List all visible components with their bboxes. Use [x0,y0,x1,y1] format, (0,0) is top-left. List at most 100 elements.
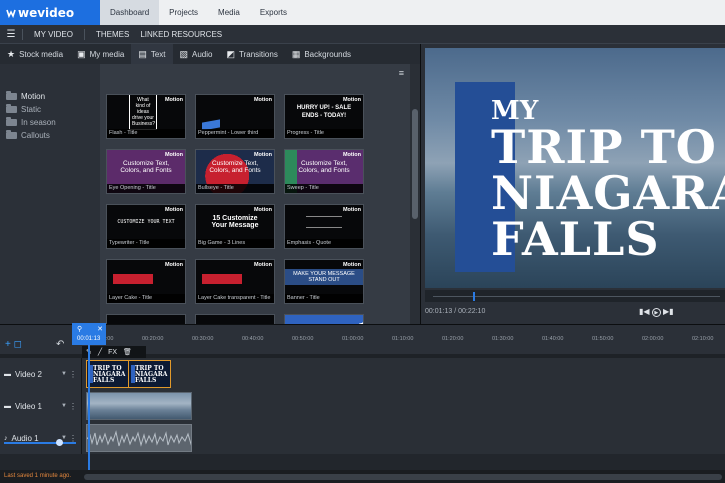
volume-slider-handle[interactable] [56,439,63,446]
thumb-partial[interactable] [106,314,186,324]
tab-text[interactable]: ▤ Text [131,44,173,64]
thumb-sweep[interactable]: Customize Text, Colors, and Fonts Motion… [284,149,364,194]
undo-icon[interactable]: ↶ [56,339,64,350]
ruler-tick: 00:30:00 [192,336,214,342]
track-video-1: ▬ Video 1 ▼ ⋮ [0,390,725,422]
thumb-caption: Bullseye - Title [196,184,274,193]
status-bar: Last saved 1 minute ago. [0,470,725,483]
thumb-flash[interactable]: What kind of ideas drive your Business? … [106,94,186,139]
timeline-ruler[interactable]: 00:10:00 00:20:00 00:30:00 00:40:00 00:5… [82,324,725,346]
pin-icon: ⚲ [77,326,83,333]
tab-my-media[interactable]: ▣ My media [70,44,131,64]
thumb-badge: Motion [342,207,361,213]
transitions-icon: ◩ [226,48,235,59]
wevideo-logo[interactable]: wevideo [0,0,100,25]
fx-button[interactable]: FX [108,349,117,356]
ruler-tick: 01:00:00 [342,336,364,342]
thumb-big-game[interactable]: 15 Customize Your Message Motion Big Gam… [195,204,275,249]
preview-scrubber[interactable] [425,290,725,302]
preview-canvas[interactable]: MY TRIP TO NIAGARA FALLS [425,48,725,288]
ruler-tick: 02:00:00 [642,336,664,342]
close-icon[interactable]: ✕ [97,325,103,333]
track-lane[interactable] [82,390,725,422]
chevron-down-icon[interactable]: ▼ [61,371,67,377]
top-nav: wevideo Dashboard Projects Media Exports [0,0,725,25]
scrub-handle[interactable] [473,292,475,301]
folder-icon [6,117,17,126]
grid-scrollbar-thumb[interactable] [412,109,418,219]
thumb-emphasis[interactable]: Motion Emphasis - Quote [284,204,364,249]
thumb-caption: Emphasis - Quote [285,239,363,248]
chevron-down-icon[interactable]: ▼ [61,403,67,409]
thumb-badge: Motion [164,152,183,158]
tab-transitions[interactable]: ◩ Transitions [219,44,284,64]
thumb-partial[interactable] [195,314,275,324]
timeline-tracks: ▬ Video 2 ▼ ⋮ TRIP TO NIAGARA FALLS TRIP TO… [0,358,725,470]
thumb-typewriter[interactable]: CUSTOMIZE YOUR TEXT Motion Typewriter - … [106,204,186,249]
project-name[interactable]: MY VIDEO [22,28,84,40]
folder-label: Callouts [21,131,50,140]
thumb-banner[interactable]: MAKE YOUR MESSAGE STAND OUT Motion Banne… [284,259,364,304]
thumb-badge: Motion [253,152,272,158]
folder-motion[interactable]: Motion [0,90,100,103]
audio-waveform [87,430,191,447]
folder-in-season[interactable]: In season [0,116,100,129]
thumb-peppermint[interactable]: Motion Peppermint - Lower third [195,94,275,139]
nav-tab-dashboard[interactable]: Dashboard [100,0,160,25]
thumb-partial[interactable] [284,314,364,324]
trash-icon[interactable]: 🗑 [123,348,132,356]
thumb-layer-cake-transparent[interactable]: Motion Layer Cake transparent - Title [195,259,275,304]
tab-backgrounds[interactable]: ▦ Backgrounds [285,44,358,64]
thumb-caption: Flash - Title [107,129,185,138]
thumb-progress[interactable]: HURRY UP! - SALE ENDS - TODAY! Motion Pr… [284,94,364,139]
nav-tab-projects[interactable]: Projects [159,0,208,25]
more-options-icon[interactable]: ⋮ [69,402,77,411]
thumb-eye-opening[interactable]: Customize Text, Colors, and Fonts Motion… [106,149,186,194]
playhead-marker[interactable]: ⚲ ✕ 00:01:13 [72,323,106,345]
thumb-badge: Motion [342,262,361,268]
hamburger-menu-icon[interactable]: ☰ [0,29,22,40]
last-saved-status: Last saved 1 minute ago. [4,473,72,479]
thumb-badge: Motion [342,97,361,103]
thumb-layer-cake[interactable]: Motion Layer Cake - Title [106,259,186,304]
ruler-tick: 01:50:00 [592,336,614,342]
nav-tab-exports[interactable]: Exports [250,0,297,25]
tab-audio[interactable]: ▧ Audio [173,44,220,64]
track-lane[interactable]: TRIP TO NIAGARA FALLS TRIP TO NIAGARA FA… [82,358,725,390]
thumb-caption: Sweep - Title [285,184,363,193]
next-frame-icon[interactable]: ▶▮ [663,307,674,316]
add-track-icon[interactable]: + ◻ [5,339,22,350]
tab-label: Text [150,49,166,59]
folder-callouts[interactable]: Callouts [0,129,100,142]
scrub-track [433,296,720,297]
nav-tab-media[interactable]: Media [208,0,250,25]
thumb-caption: Layer Cake - Title [107,294,185,303]
backgrounds-icon: ▦ [291,48,301,59]
folder-static[interactable]: Static [0,103,100,116]
title-clip[interactable]: TRIP TO NIAGARA FALLS [128,360,171,388]
prev-frame-icon[interactable]: ▮◀ [639,307,650,316]
track-lane[interactable] [82,422,725,454]
ruler-tick: 01:10:00 [392,336,414,342]
grid-scrollbar[interactable] [410,64,420,324]
tab-stock-media[interactable]: ★ Stock media [0,44,70,64]
folder-label: In season [21,118,56,127]
volume-slider[interactable] [4,442,76,444]
thumb-bullseye[interactable]: Customize Text, Colors, and Fonts Motion… [195,149,275,194]
themes-button[interactable]: THEMES [83,28,140,40]
play-icon[interactable]: ▶ [651,308,661,317]
playhead-line[interactable] [88,345,90,470]
timeline-horizontal-scrollbar[interactable] [84,474,722,480]
more-options-icon[interactable]: ⋮ [69,370,77,379]
thumb-shape [202,274,242,284]
title-clip[interactable]: TRIP TO NIAGARA FALLS [86,360,129,388]
audio-clip[interactable] [86,424,192,452]
trim-icon[interactable]: ╱ [98,348,102,356]
linked-resources-button[interactable]: LINKED RESOURCES [140,29,233,40]
grid-options-icon[interactable]: ≡ [399,68,404,78]
playhead-time: 00:01:13 [77,336,101,342]
thumb-caption: Banner - Title [285,294,363,303]
video-clip[interactable] [86,392,192,420]
thumb-badge: Motion [342,152,361,158]
tab-label: Transitions [239,49,278,59]
